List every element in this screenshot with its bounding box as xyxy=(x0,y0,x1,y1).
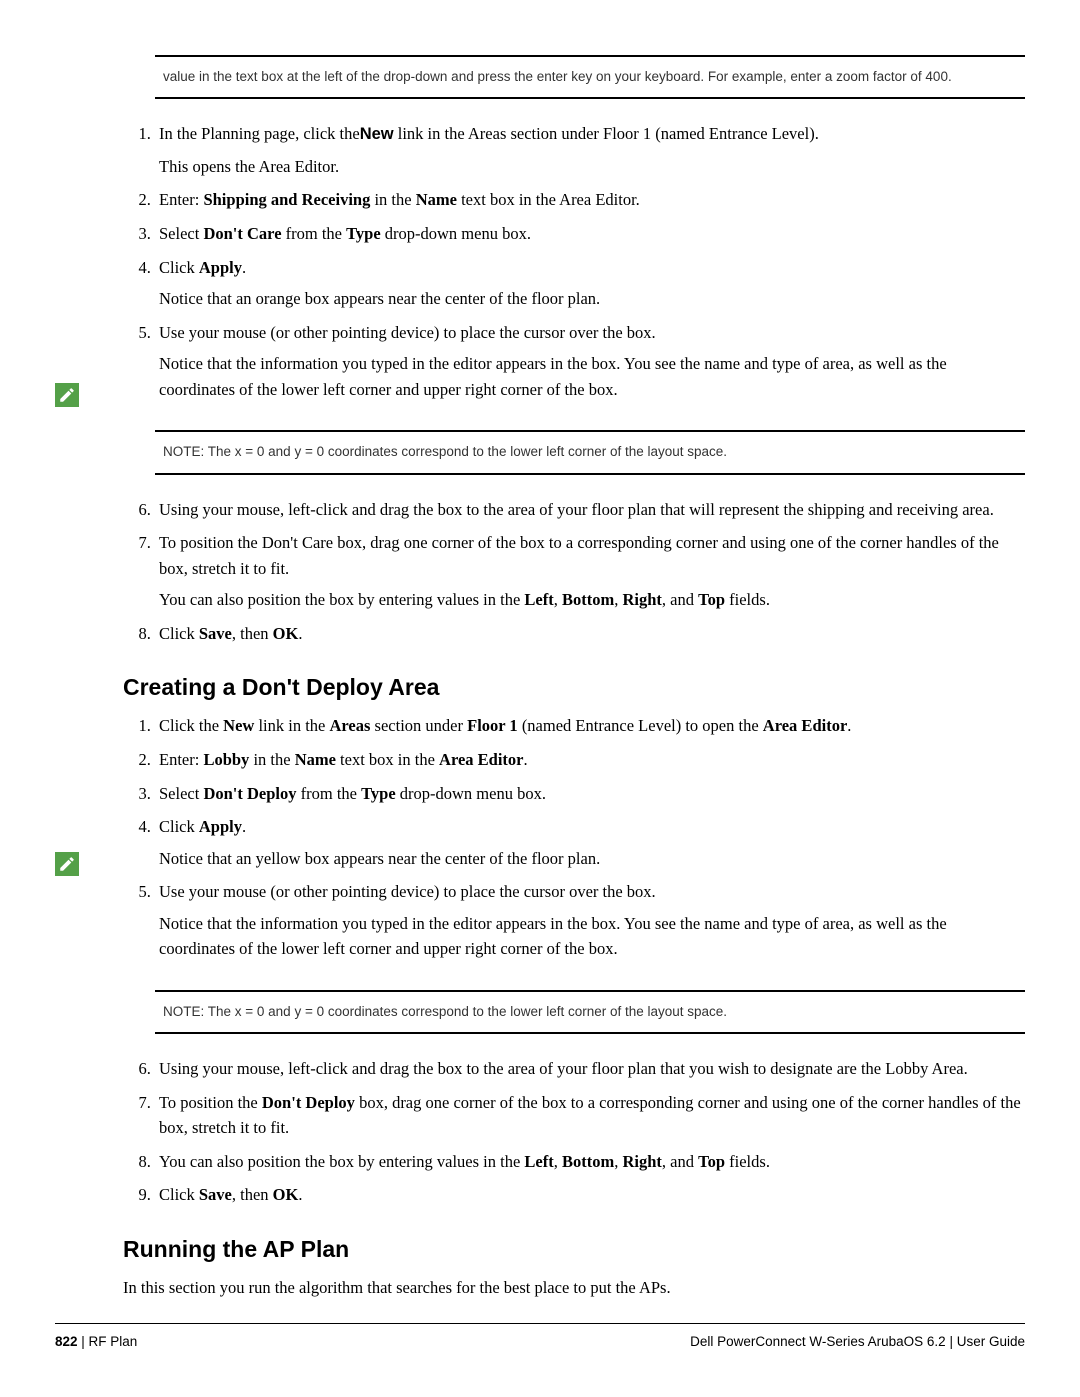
step-7-detail: You can also position the box by enterin… xyxy=(159,587,1025,613)
note-icon xyxy=(55,852,79,876)
ap-plan-intro: In this section you run the algorithm th… xyxy=(123,1275,1025,1301)
bold-new: New xyxy=(360,125,394,143)
step-2: Enter: Shipping and Receiving in the Nam… xyxy=(155,187,1025,213)
step-3: Select Don't Care from the Type drop-dow… xyxy=(155,221,1025,247)
page: value in the text box at the left of the… xyxy=(0,0,1080,1301)
step-b9: Click Save, then OK. xyxy=(155,1182,1025,1208)
step-b7: To position the Don't Deploy box, drag o… xyxy=(155,1090,1025,1141)
step-b8: You can also position the box by enterin… xyxy=(155,1149,1025,1175)
pencil-icon xyxy=(58,855,76,873)
step-b1: Click the New link in the Areas section … xyxy=(155,713,1025,739)
note-text: NOTE: The x = 0 and y = 0 coordinates co… xyxy=(163,1004,727,1019)
step-5: Use your mouse (or other pointing device… xyxy=(155,320,1025,403)
footer-section: RF Plan xyxy=(89,1334,138,1349)
steps-dont-deploy: Click the New link in the Areas section … xyxy=(123,713,1025,962)
footer-right: Dell PowerConnect W-Series ArubaOS 6.2 |… xyxy=(690,1334,1025,1349)
page-footer: 822 | RF Plan Dell PowerConnect W-Series… xyxy=(0,1323,1080,1349)
page-number: 822 xyxy=(55,1334,78,1349)
step-b5: Use your mouse (or other pointing device… xyxy=(155,879,1025,962)
note-box-coords-2: NOTE: The x = 0 and y = 0 coordinates co… xyxy=(155,990,1025,1034)
heading-ap-plan: Running the AP Plan xyxy=(123,1236,1025,1263)
note-text: value in the text box at the left of the… xyxy=(163,69,952,84)
note-icon xyxy=(55,383,79,407)
note-box-zoom: value in the text box at the left of the… xyxy=(155,55,1025,99)
steps-dont-care: In the Planning page, click theNew link … xyxy=(123,121,1025,402)
note-text: NOTE: The x = 0 and y = 0 coordinates co… xyxy=(163,444,727,459)
step-4-detail: Notice that an orange box appears near t… xyxy=(159,286,1025,312)
step-8: Click Save, then OK. xyxy=(155,621,1025,647)
step-6: Using your mouse, left-click and drag th… xyxy=(155,497,1025,523)
step-b6: Using your mouse, left-click and drag th… xyxy=(155,1056,1025,1082)
step-b2: Enter: Lobby in the Name text box in the… xyxy=(155,747,1025,773)
step-b3: Select Don't Deploy from the Type drop-d… xyxy=(155,781,1025,807)
step-b5-detail: Notice that the information you typed in… xyxy=(159,911,1025,962)
footer-rule xyxy=(55,1323,1025,1324)
step-5-detail: Notice that the information you typed in… xyxy=(159,351,1025,402)
heading-dont-deploy: Creating a Don't Deploy Area xyxy=(123,674,1025,701)
steps-dont-deploy-continued: Using your mouse, left-click and drag th… xyxy=(123,1056,1025,1208)
step-b4-detail: Notice that an yellow box appears near t… xyxy=(159,846,1025,872)
step-7: To position the Don't Care box, drag one… xyxy=(155,530,1025,613)
step-4: Click Apply. Notice that an orange box a… xyxy=(155,255,1025,312)
note-box-coords-1: NOTE: The x = 0 and y = 0 coordinates co… xyxy=(155,430,1025,474)
step-1-detail: This opens the Area Editor. xyxy=(159,154,1025,180)
step-1: In the Planning page, click theNew link … xyxy=(155,121,1025,179)
step-b4: Click Apply. Notice that an yellow box a… xyxy=(155,814,1025,871)
main-content: value in the text box at the left of the… xyxy=(123,55,1025,1301)
pencil-icon xyxy=(58,386,76,404)
steps-dont-care-continued: Using your mouse, left-click and drag th… xyxy=(123,497,1025,647)
footer-left: 822 | RF Plan xyxy=(55,1334,137,1349)
footer-row: 822 | RF Plan Dell PowerConnect W-Series… xyxy=(55,1334,1025,1349)
